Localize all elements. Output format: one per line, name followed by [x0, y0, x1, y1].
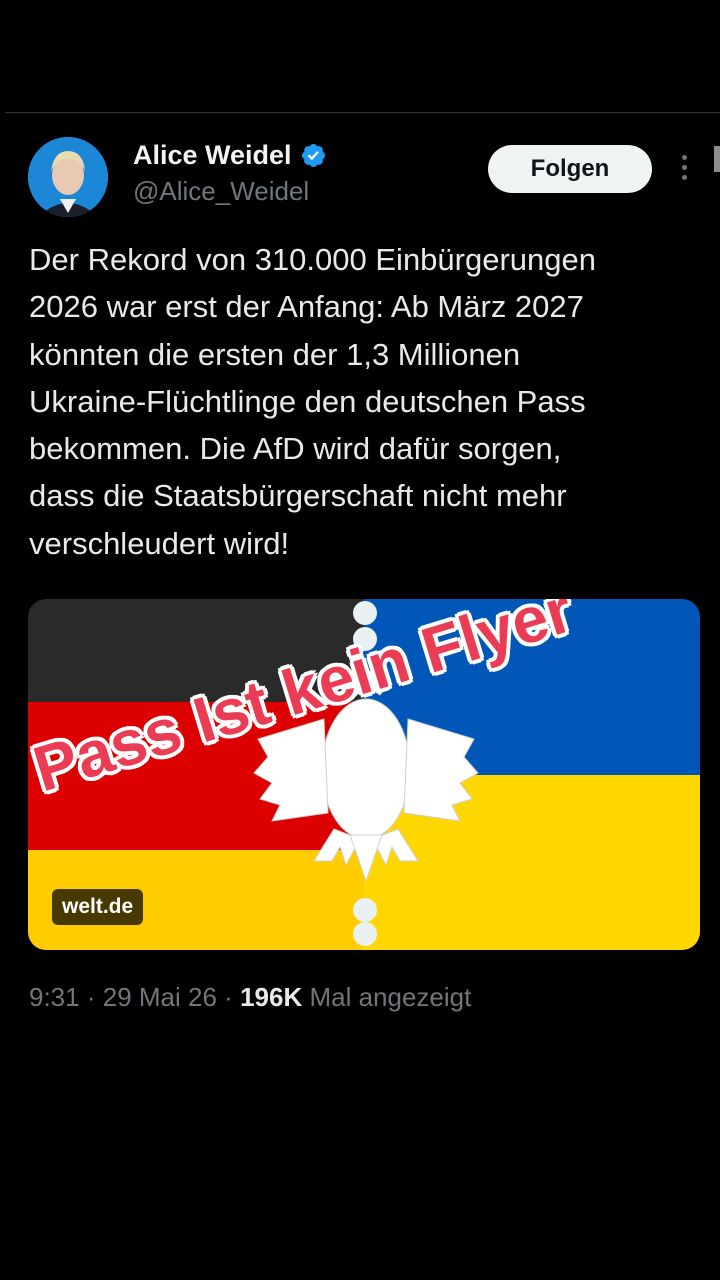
tweet-meta: 9:31 · 29 Mai 26 · 196K Mal angezeigt: [29, 982, 471, 1013]
views-count: 196K: [240, 982, 303, 1012]
tweet-media[interactable]: Pass Ist kein Flyer welt.de: [28, 599, 700, 950]
link-source-badge[interactable]: welt.de: [52, 889, 144, 925]
meta-separator: ·: [86, 982, 96, 1012]
author-display-name[interactable]: Alice Weidel: [133, 140, 292, 171]
author-name-row[interactable]: Alice Weidel: [133, 140, 327, 171]
avatar-image: [28, 137, 108, 217]
more-options-icon[interactable]: [672, 155, 696, 185]
avatar[interactable]: [28, 137, 108, 217]
tweet-date[interactable]: 29 Mai 26: [103, 982, 217, 1012]
author-handle[interactable]: @Alice_Weidel: [133, 176, 309, 207]
views-label: Mal angezeigt: [309, 982, 472, 1012]
tweet-text: Der Rekord von 310.000 Einbürgerungen 20…: [29, 242, 596, 561]
follow-button[interactable]: Folgen: [488, 145, 652, 193]
verified-badge-icon: [301, 143, 325, 168]
meta-separator: ·: [224, 982, 233, 1012]
top-divider: [5, 112, 720, 113]
tweet-time[interactable]: 9:31: [29, 982, 80, 1012]
scroll-indicator: [714, 146, 720, 172]
